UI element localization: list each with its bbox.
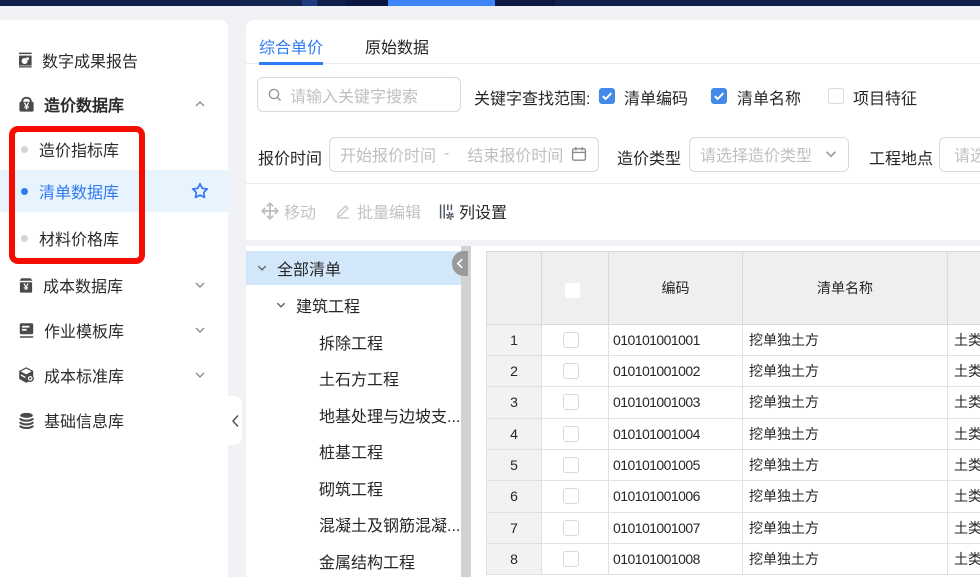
svg-text:¥: ¥ [23,282,29,293]
svg-text:¥: ¥ [24,101,30,112]
